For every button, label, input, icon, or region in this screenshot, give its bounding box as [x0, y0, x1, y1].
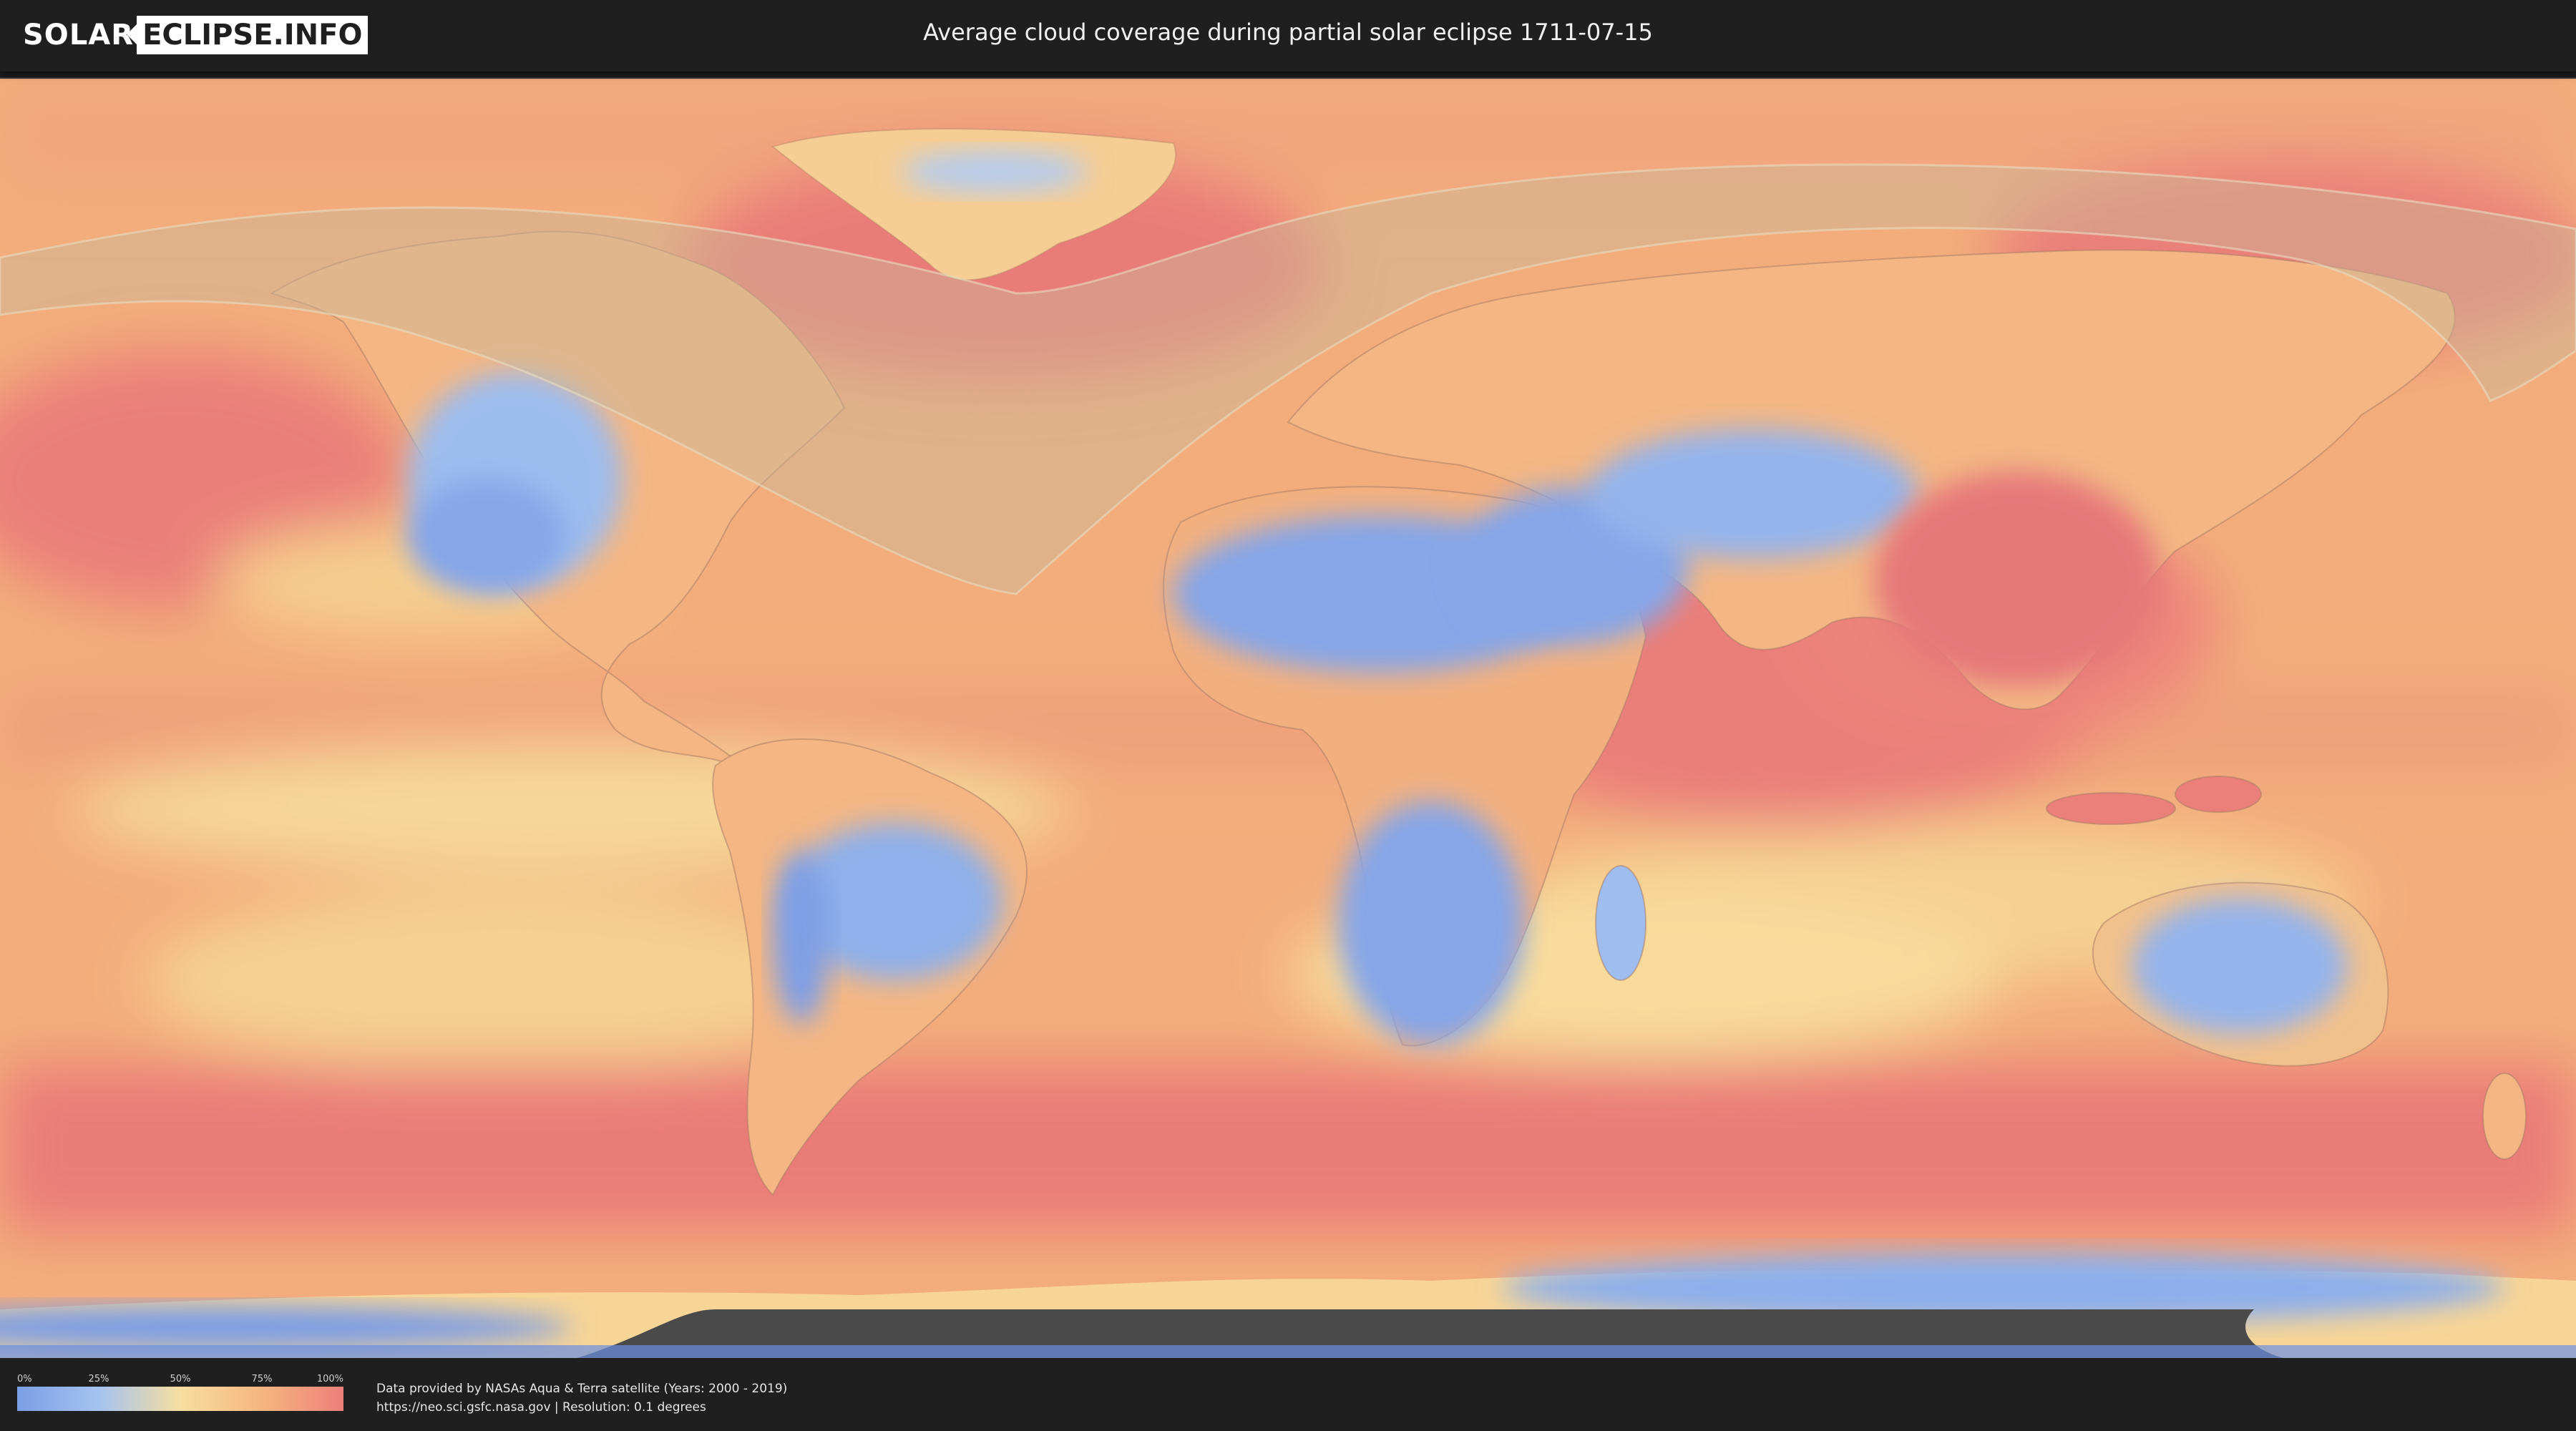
map-svg	[0, 79, 2576, 1359]
legend-tick-100: 100%	[316, 1374, 343, 1384]
credit-line-url[interactable]: https://neo.sci.gsfc.nasa.gov | Resoluti…	[376, 1398, 787, 1417]
footer-bar: 0% 25% 50% 75% 100% Data provided by NAS…	[0, 1358, 2576, 1431]
legend-tick-0: 0%	[17, 1374, 32, 1384]
legend-tick-75: 75%	[251, 1374, 273, 1384]
legend-color-bar	[17, 1387, 343, 1411]
cloud-coverage-map[interactable]	[0, 77, 2576, 1359]
legend-tick-50: 50%	[170, 1374, 191, 1384]
madagascar-landmass	[1595, 865, 1646, 981]
data-credits: Data provided by NASAs Aqua & Terra sate…	[376, 1379, 787, 1417]
legend-ticks: 0% 25% 50% 75% 100%	[17, 1374, 343, 1387]
page-title: Average cloud coverage during partial so…	[923, 19, 1653, 46]
legend-tick-25: 25%	[88, 1374, 109, 1384]
cloud-coverage-legend: 0% 25% 50% 75% 100%	[17, 1374, 343, 1411]
header-bar: SOLAR ECLIPSE.INFO Average cloud coverag…	[0, 0, 2576, 72]
credit-line-source: Data provided by NASAs Aqua & Terra sate…	[376, 1382, 788, 1396]
